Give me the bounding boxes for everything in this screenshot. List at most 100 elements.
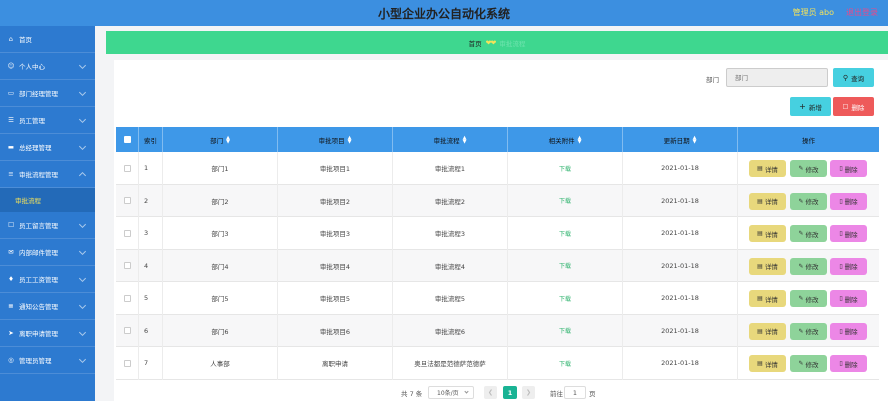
- edit-button[interactable]: ✎ 修改: [790, 257, 827, 275]
- add-button[interactable]: + 新增: [790, 97, 831, 116]
- row-checkbox[interactable]: [123, 197, 131, 205]
- trash-icon: ▯: [839, 360, 843, 367]
- edit-button[interactable]: ✎ 修改: [790, 225, 827, 242]
- sidebar-item-label: 管理员管理: [19, 357, 52, 365]
- detail-button[interactable]: ▤ 详情: [749, 355, 786, 372]
- batch-delete-button[interactable]: □ 删除: [833, 97, 874, 116]
- sidebar-item-11[interactable]: ➤ 离职申请管理: [0, 320, 95, 347]
- row-checkbox[interactable]: [123, 262, 131, 270]
- row-checkbox[interactable]: [123, 164, 131, 172]
- download-link[interactable]: 下载: [559, 261, 571, 270]
- prev-page-button[interactable]: ❮: [484, 386, 497, 399]
- sidebar-item-3[interactable]: ▭ 部门经理管理: [0, 80, 95, 107]
- detail-button[interactable]: ▤ 详情: [749, 225, 786, 242]
- sidebar-item-6[interactable]: ≡ 审批流程管理: [0, 161, 95, 188]
- table-row: 2 部门2 审批项目2 审批流程2 下载 2021-01-18 ▤ 详情 ✎ 修改 ▯ 删除: [116, 184, 879, 217]
- cell-item: 审批项目3: [278, 217, 393, 250]
- row-select-cell: [116, 184, 139, 217]
- detail-button[interactable]: ▤ 详情: [749, 192, 786, 210]
- goto-page-input[interactable]: 1: [564, 386, 586, 399]
- logout-link[interactable]: 退出登录: [846, 7, 878, 18]
- delete-button[interactable]: ▯ 删除: [830, 225, 867, 242]
- chevron-icon: [78, 171, 87, 180]
- sort-icon[interactable]: ▲ ▼: [578, 135, 582, 144]
- sidebar-item-1[interactable]: ⌂ 首页: [0, 26, 95, 53]
- delete-button[interactable]: ▯ 删除: [830, 290, 867, 307]
- table-row: 4 部门4 审批项目4 审批流程4 下载 2021-01-18 ▤ 详情 ✎ 修改 ▯ 删除: [116, 249, 879, 282]
- detail-button[interactable]: ▤ 详情: [749, 290, 786, 307]
- delete-button[interactable]: ▯ 删除: [830, 355, 867, 372]
- chevron-icon: [78, 88, 87, 97]
- sidebar-item-10[interactable]: ≣ 通知公告管理: [0, 293, 95, 320]
- edit-button[interactable]: ✎ 修改: [790, 192, 827, 210]
- col-item[interactable]: 审批项目 ▲ ▼: [278, 127, 393, 152]
- col-dept[interactable]: 部门 ▲ ▼: [163, 127, 278, 152]
- sidebar-item-12[interactable]: ◎ 管理员管理: [0, 347, 95, 374]
- cell-flow: 审批流程1: [393, 152, 508, 185]
- col-file[interactable]: 相关附件 ▲ ▼: [508, 127, 623, 152]
- search-button[interactable]: ⚲ 查询: [833, 68, 874, 87]
- download-link[interactable]: 下载: [559, 164, 571, 173]
- download-link[interactable]: 下载: [559, 229, 571, 238]
- sort-icon[interactable]: ▲ ▼: [226, 135, 230, 144]
- chevron-icon: [78, 61, 87, 70]
- download-link[interactable]: 下载: [559, 196, 571, 205]
- row-checkbox[interactable]: [123, 359, 131, 367]
- delete-button[interactable]: ▯ 删除: [830, 192, 867, 210]
- sidebar-item-5[interactable]: ▬ 总经理管理: [0, 134, 95, 161]
- delete-button[interactable]: ▯ 删除: [830, 322, 867, 340]
- sidebar-subitem-approval[interactable]: 审批流程: [0, 188, 95, 212]
- detail-button[interactable]: ▤ 详情: [749, 322, 786, 340]
- sidebar-item-7[interactable]: ☐ 员工留言管理: [0, 212, 95, 239]
- col-date[interactable]: 更新日期 ▲ ▼: [623, 127, 738, 152]
- row-select-cell: [116, 314, 139, 347]
- cell-dept: 部门6: [163, 314, 278, 347]
- sidebar-item-8[interactable]: ✉ 内部邮件管理: [0, 239, 95, 266]
- edit-button[interactable]: ✎ 修改: [790, 160, 827, 177]
- breadcrumb-home[interactable]: 首页: [469, 38, 482, 48]
- cell-file: 下载: [508, 282, 623, 315]
- edit-button[interactable]: ✎ 修改: [790, 322, 827, 340]
- sidebar-item-2[interactable]: ☺ 个人中心: [0, 53, 95, 80]
- row-checkbox[interactable]: [123, 294, 131, 302]
- current-user[interactable]: 管理员 abo: [793, 7, 834, 18]
- cell-index: 4: [139, 249, 163, 282]
- detail-button[interactable]: ▤ 详情: [749, 257, 786, 275]
- select-all-checkbox[interactable]: [123, 136, 131, 143]
- edit-button[interactable]: ✎ 修改: [790, 290, 827, 307]
- app-title: 小型企业办公自动化系统: [377, 7, 510, 21]
- delete-button[interactable]: ▯ 删除: [830, 257, 867, 275]
- dept-search-input[interactable]: [726, 68, 828, 87]
- mail-icon: ✉: [8, 248, 14, 256]
- detail-icon: ▤: [757, 197, 763, 205]
- sidebar-item-label: 部门经理管理: [19, 90, 58, 98]
- trash-icon: ▯: [839, 165, 843, 172]
- cell-dept: 部门4: [163, 249, 278, 282]
- sort-icon[interactable]: ▲ ▼: [463, 135, 467, 144]
- download-link[interactable]: 下载: [559, 326, 571, 335]
- sidebar-item-label: 首页: [19, 36, 32, 44]
- search-icon: ⚲: [842, 73, 849, 82]
- delete-button[interactable]: ▯ 删除: [830, 160, 867, 177]
- page-number-current[interactable]: 1: [503, 386, 517, 399]
- list-icon: ≡: [8, 170, 14, 178]
- row-checkbox[interactable]: [123, 229, 131, 237]
- download-link[interactable]: 下载: [559, 359, 571, 368]
- chevron-down-icon: [464, 389, 469, 394]
- cell-file: 下载: [508, 184, 623, 217]
- sidebar-item-9[interactable]: ♦ 员工工资管理: [0, 266, 95, 293]
- detail-button[interactable]: ▤ 详情: [749, 160, 786, 177]
- download-link[interactable]: 下载: [559, 294, 571, 303]
- sidebar-item-4[interactable]: ☰ 员工管理: [0, 107, 95, 134]
- cell-date: 2021-01-18: [623, 152, 738, 185]
- row-checkbox[interactable]: [123, 327, 131, 335]
- next-page-button[interactable]: ❯: [522, 386, 535, 399]
- cell-index: 6: [139, 314, 163, 347]
- page-size-select[interactable]: 10条/页: [428, 386, 474, 399]
- col-flow[interactable]: 审批流程 ▲ ▼: [393, 127, 508, 152]
- edit-button[interactable]: ✎ 修改: [790, 355, 827, 372]
- sort-icon[interactable]: ▲ ▼: [348, 135, 352, 144]
- chevron-icon: [78, 220, 87, 229]
- edit-icon: ✎: [798, 197, 804, 205]
- sort-icon[interactable]: ▲ ▼: [693, 135, 697, 144]
